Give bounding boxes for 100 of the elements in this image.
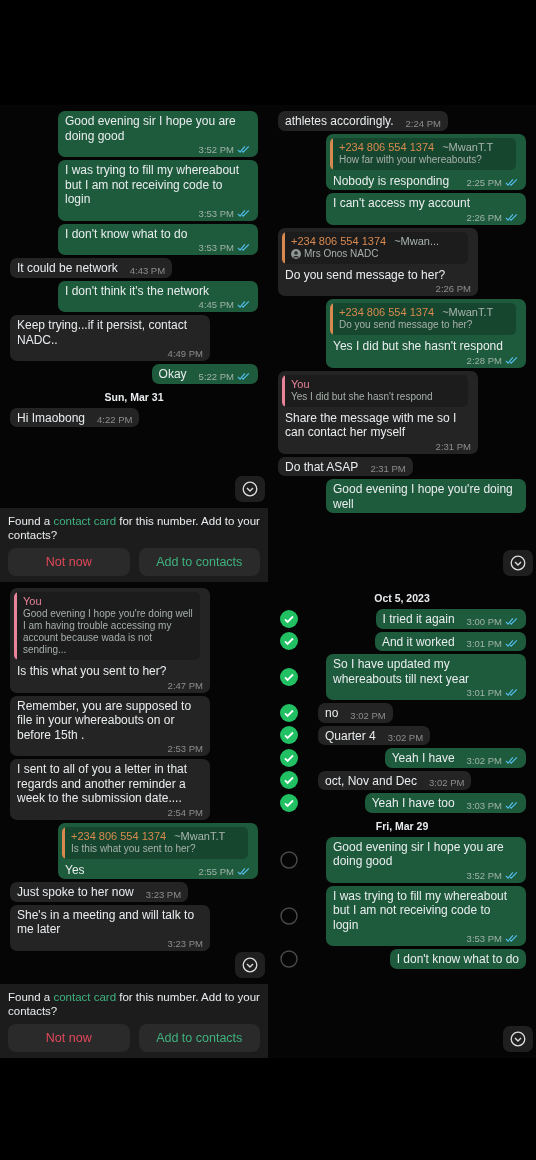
message-time: 3:53 PM <box>198 242 234 253</box>
message-text: And it worked <box>381 634 455 649</box>
message-bubble[interactable]: Yeah I have too 3:03 PM <box>364 793 526 813</box>
selected-check-icon[interactable] <box>280 793 298 812</box>
message-bubble[interactable]: I sent to all of you a letter in that regards and another reminder a week to the submission date.... 2:54 PM <box>10 759 210 820</box>
message-text: Just spoke to her now <box>17 885 134 900</box>
message-bubble[interactable]: Remember, you are supposed to file in your whereabouts on or before 15th . 2:53 PM <box>10 695 210 756</box>
message-text: I don't know what to do <box>65 226 188 241</box>
message-bubble[interactable]: It could be network 4:43 PM <box>10 258 173 278</box>
message-bubble[interactable]: Good evening sir I hope you are doing good 3:52 PM <box>58 111 258 157</box>
message-text: I can't access my account <box>333 196 470 211</box>
message-bubble[interactable]: I don't know what to do <box>389 949 526 969</box>
quote-author: You <box>291 377 310 391</box>
contact-card-link[interactable]: contact card <box>53 991 117 1003</box>
message-bubble[interactable]: And it worked 3:01 PM <box>374 631 526 651</box>
message-bubble[interactable]: You Good evening I hope you're doing well I am having trouble accessing my account because wada is not sending... Is this what you sent to her? 2:47 PM <box>10 588 210 693</box>
selected-check-icon[interactable] <box>280 703 298 722</box>
message-time: 2:53 PM <box>167 743 203 754</box>
message-time: 4:49 PM <box>167 348 203 359</box>
message-bubble[interactable]: +234 806 554 1374 ~MwanT.T Do you send message to her? Yes I did but she hasn't respond 2:28 PM <box>326 299 526 368</box>
message-bubble[interactable]: So I have updated my whereabouts till next year 3:01 PM <box>326 654 526 700</box>
message-bubble[interactable]: Okay 5:22 PM <box>151 364 258 384</box>
message-time: 2:31 PM <box>370 463 406 474</box>
message-time: 3:23 PM <box>145 888 182 900</box>
message-bubble[interactable]: no 3:02 PM <box>318 703 393 723</box>
message-bubble[interactable]: I don't think it's the network 4:45 PM <box>58 280 258 312</box>
scroll-down-button[interactable] <box>503 550 533 576</box>
add-contact-button[interactable]: Add to contacts <box>138 548 260 576</box>
message-text: Do you send message to her? <box>285 267 446 282</box>
not-now-button[interactable]: Not now <box>8 548 130 576</box>
message-text: Yeah I have too <box>371 796 455 811</box>
message-bubble[interactable]: I was trying to fill my whereabout but I am not receiving code to login 3:53 PM <box>326 885 526 946</box>
message-bubble[interactable]: I tried it again 3:00 PM <box>375 609 526 629</box>
message-text: athletes accordingly. <box>285 114 394 129</box>
message-time: 3:02 PM <box>387 732 424 743</box>
message-bubble[interactable]: +234 806 554 1374 ~Mwan... Mrs Onos NADC Do you send message to her? 2:26 PM <box>278 227 478 296</box>
message-bubble[interactable]: Good evening sir I hope you are doing good 3:52 PM <box>326 836 526 883</box>
message-time: 3:00 PM <box>466 615 502 627</box>
message-time: 4:43 PM <box>129 264 166 276</box>
quote-text: Good evening I hope you're doing well I am having trouble accessing my account because wada is not sending... <box>23 608 194 656</box>
message-bubble[interactable]: Quarter 4 3:02 PM <box>318 725 431 745</box>
quoted-message[interactable]: +234 806 554 1374 ~MwanT.T Do you send message to her? <box>330 303 516 335</box>
message-time: 3:02 PM <box>350 709 386 721</box>
message-time: 3:03 PM <box>466 799 502 811</box>
quoted-message[interactable]: +234 806 554 1374 ~Mwan... Mrs Onos NADC <box>282 231 468 264</box>
message-text: Good evening sir I hope you are doing good <box>65 114 237 143</box>
message-time: 3:53 PM <box>198 207 234 219</box>
selected-check-icon[interactable] <box>280 632 298 651</box>
message-time: 3:01 PM <box>466 638 502 649</box>
message-text: Good evening I hope you're doing well <box>333 482 514 511</box>
chevron-down-icon <box>510 1031 526 1047</box>
message-bubble[interactable]: Just spoke to her now 3:23 PM <box>10 882 189 902</box>
contact-card-link[interactable]: contact card <box>53 515 117 527</box>
quote-author: You <box>23 595 42 608</box>
message-text: Yes <box>65 862 85 877</box>
message-bubble[interactable]: I don't know what to do 3:53 PM <box>58 223 258 255</box>
message-bubble[interactable]: She's in a meeting and will talk to me later 3:23 PM <box>10 904 210 951</box>
message-bubble[interactable]: +234 806 554 1374 ~MwanT.T How far with your whereabouts? Nobody is responding 2:25 PM <box>326 133 526 190</box>
banner-text: Found a contact card for this number. Add to your contacts? <box>8 514 260 542</box>
selected-check-icon[interactable] <box>280 748 298 767</box>
not-now-button[interactable]: Not now <box>8 1024 130 1052</box>
message-bubble[interactable]: athletes accordingly. 2:24 PM <box>278 111 448 131</box>
message-text: I don't think it's the network <box>65 283 209 298</box>
message-bubble[interactable]: +234 806 554 1374 ~MwanT.T Is this what you sent to her? Yes 2:55 PM <box>58 822 258 879</box>
message-text: oct, Nov and Dec <box>325 773 418 788</box>
message-bubble[interactable]: Hi Imaobong 4:22 PM <box>10 407 140 427</box>
quoted-message[interactable]: You Good evening I hope you're doing well I am having trouble accessing my account because wada is not sending... <box>14 592 200 660</box>
message-text: She's in a meeting and will talk to me later <box>17 907 196 937</box>
message-text: I don't know what to do <box>396 952 519 967</box>
message-time: 2:24 PM <box>405 117 441 129</box>
message-bubble[interactable]: You Yes I did but she hasn't respond Share the message with me so I can contact her myself 2:31 PM <box>278 370 478 454</box>
quote-author: +234 806 554 1374 <box>71 829 167 843</box>
message-bubble[interactable]: Yeah I have 3:02 PM <box>384 748 526 768</box>
selected-check-icon[interactable] <box>280 726 298 745</box>
selected-check-icon[interactable] <box>280 609 298 628</box>
message-bubble[interactable]: Good evening I hope you're doing well <box>326 479 526 513</box>
message-time: 4:22 PM <box>97 414 133 425</box>
message-time: 3:02 PM <box>429 777 465 788</box>
selected-check-icon[interactable] <box>280 668 298 686</box>
add-contact-button[interactable]: Add to contacts <box>138 1024 260 1052</box>
message-bubble[interactable]: I can't access my account 2:26 PM <box>326 193 526 225</box>
scroll-down-button[interactable] <box>235 476 265 502</box>
message-time: 2:31 PM <box>435 440 471 452</box>
scroll-down-button[interactable] <box>503 1026 533 1052</box>
message-bubble[interactable]: oct, Nov and Dec 3:02 PM <box>318 770 472 790</box>
selected-check-icon[interactable] <box>280 771 298 790</box>
message-bubble[interactable]: I was trying to fill my whereabout but I am not receiving code to login 3:53 PM <box>58 160 258 221</box>
message-time: 2:47 PM <box>167 679 203 691</box>
quoted-message[interactable]: +234 806 554 1374 ~MwanT.T How far with your whereabouts? <box>330 137 516 170</box>
quoted-message[interactable]: +234 806 554 1374 ~MwanT.T Is this what you sent to her? <box>62 826 248 859</box>
message-time: 2:55 PM <box>198 866 234 877</box>
date-label: Fri, Mar 29 <box>375 818 429 834</box>
message-text: Do that ASAP <box>285 459 359 474</box>
message-text: Share the message with me so I can contact her myself <box>285 410 458 440</box>
message-bubble[interactable]: Keep trying...if it persist, contact NADC.. 4:49 PM <box>10 315 210 361</box>
quote-text: Is this what you sent to her? <box>71 842 196 855</box>
message-bubble[interactable]: Do that ASAP 2:31 PM <box>278 456 413 476</box>
quoted-message[interactable]: You Yes I did but she hasn't respond <box>282 374 468 407</box>
message-text: I tried it again <box>382 612 455 627</box>
scroll-down-button[interactable] <box>235 952 265 978</box>
